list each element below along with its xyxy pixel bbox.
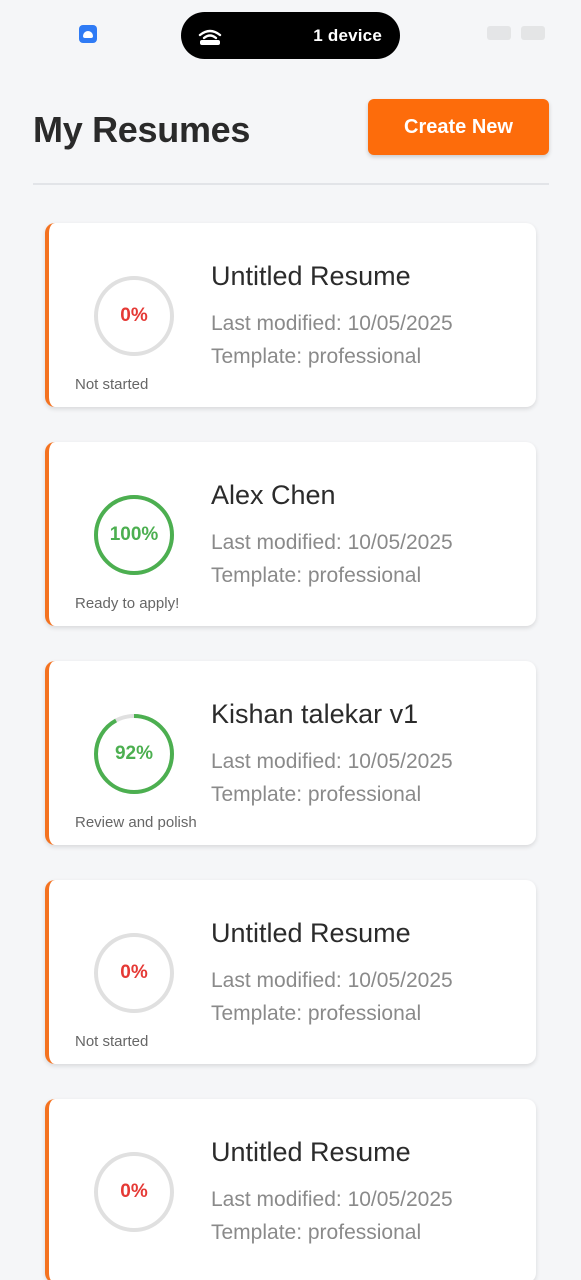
progress-percent: 92%	[114, 743, 154, 764]
resume-title: Untitled Resume	[211, 1137, 411, 1167]
resume-card[interactable]: 0% Not started Untitled Resume Last modi…	[45, 223, 536, 407]
progress-ring: 0%	[93, 932, 175, 1014]
resume-title: Alex Chen	[211, 480, 336, 510]
page-title: My Resumes	[33, 109, 251, 150]
signal-icon	[487, 26, 511, 40]
resume-card[interactable]: 100% Ready to apply! Alex Chen Last modi…	[45, 442, 536, 626]
progress-ring: 0%	[93, 1151, 175, 1233]
battery-icon	[521, 26, 545, 40]
progress-status: Not started	[75, 376, 149, 393]
progress-ring: 0%	[93, 275, 175, 357]
progress-percent: 100%	[109, 524, 159, 545]
template-name: Template: professional	[211, 564, 422, 587]
progress-percent: 0%	[120, 1181, 148, 1202]
create-new-button[interactable]: Create New	[368, 99, 549, 155]
android-app-icon	[79, 25, 97, 43]
last-modified: Last modified: 10/05/2025	[211, 969, 453, 992]
progress-ring: 100%	[93, 494, 175, 576]
progress-ring: 92%	[93, 713, 175, 795]
last-modified: Last modified: 10/05/2025	[211, 312, 453, 335]
template-name: Template: professional	[211, 345, 422, 368]
resume-title: Untitled Resume	[211, 918, 411, 948]
template-name: Template: professional	[211, 1221, 422, 1244]
resume-card[interactable]: 92% Review and polish Kishan talekar v1 …	[45, 661, 536, 845]
last-modified: Last modified: 10/05/2025	[211, 531, 453, 554]
template-name: Template: professional	[211, 1002, 422, 1025]
progress-status: Review and polish	[75, 814, 197, 831]
header: My Resumes Create New	[33, 99, 549, 157]
progress-percent: 0%	[120, 962, 148, 983]
resume-card[interactable]: 0% Untitled Resume Last modified: 10/05/…	[45, 1099, 536, 1280]
progress-status: Not started	[75, 1033, 149, 1050]
status-bar: 1 device	[0, 0, 581, 70]
device-count-label: 1 device	[313, 25, 382, 45]
status-right	[487, 26, 545, 40]
progress-percent: 0%	[120, 305, 148, 326]
resume-card[interactable]: 0% Not started Untitled Resume Last modi…	[45, 880, 536, 1064]
last-modified: Last modified: 10/05/2025	[211, 750, 453, 773]
header-divider	[33, 183, 549, 185]
resume-title: Kishan talekar v1	[211, 699, 419, 729]
resume-title: Untitled Resume	[211, 261, 411, 291]
device-connection-pill[interactable]: 1 device	[181, 12, 400, 59]
last-modified: Last modified: 10/05/2025	[211, 1188, 453, 1211]
wifi-router-icon	[197, 26, 223, 46]
progress-status: Ready to apply!	[75, 595, 180, 612]
template-name: Template: professional	[211, 783, 422, 806]
screen: 1 device My Resumes Create New 0% Not st…	[0, 0, 581, 1280]
